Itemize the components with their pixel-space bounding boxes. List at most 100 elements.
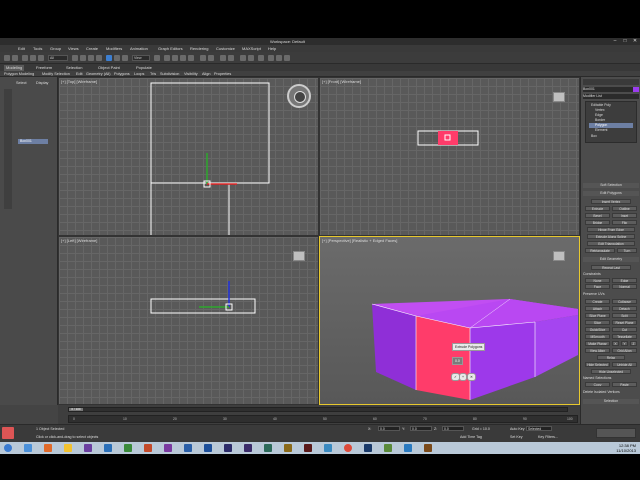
stack-item-element[interactable]: Element [589, 128, 633, 133]
move-icon[interactable] [106, 55, 112, 61]
unhide-all-button[interactable]: Unhide All [612, 362, 637, 367]
object-color-swatch[interactable] [633, 87, 639, 92]
app-icon-3[interactable] [404, 444, 412, 452]
dreamweaver-icon[interactable] [264, 444, 272, 452]
flip-button[interactable]: Flip [612, 220, 637, 225]
menu-rendering[interactable]: Rendering [190, 46, 208, 51]
edit-polygons-rollout[interactable]: Edit Polygons [583, 191, 639, 196]
steering-wheel-icon[interactable] [287, 84, 311, 108]
set-key-button[interactable]: Set Key [510, 435, 523, 439]
ribbon-edit[interactable]: Edit [76, 72, 83, 76]
x-coordinate-field[interactable]: 0.0 [378, 426, 400, 431]
excel-icon[interactable] [124, 444, 132, 452]
msmooth-button[interactable]: MSmooth [585, 334, 610, 339]
word-icon[interactable] [104, 444, 112, 452]
y-coordinate-field[interactable]: 0.0 [410, 426, 432, 431]
unlink-icon[interactable] [30, 55, 36, 61]
delete-isolated-vertices-checkbox[interactable]: Delete Isolated Vertices [583, 390, 639, 395]
viewport-navigation-controls[interactable] [596, 428, 636, 438]
scene-tab-select[interactable]: Select [16, 81, 27, 85]
menu-edit[interactable]: Edit [18, 46, 25, 51]
viewport-front[interactable]: [+] [Front] [Wireframe] [319, 77, 580, 236]
render-setup-icon[interactable] [268, 55, 274, 61]
app-icon-4[interactable] [424, 444, 432, 452]
modifier-list-dropdown[interactable]: Modifier List [583, 94, 639, 99]
ribbon-polygon-modeling[interactable]: Polygon Modeling [4, 72, 34, 76]
chrome-icon[interactable] [344, 444, 352, 452]
view-align-button[interactable]: View Align [585, 348, 610, 353]
mirror-icon[interactable] [200, 55, 206, 61]
hide-unselected-button[interactable]: Hide Unselected [591, 369, 631, 374]
create-button[interactable]: Create [585, 299, 610, 304]
ribbon-visibility[interactable]: Visibility [184, 72, 198, 76]
menu-customize[interactable]: Customize [216, 46, 235, 51]
collapse-button[interactable]: Collapse [612, 299, 637, 304]
selection-rollout[interactable]: Selection [583, 399, 639, 404]
edit-geometry-rollout[interactable]: Edit Geometry [583, 257, 639, 262]
menu-graph-editors[interactable]: Graph Editors [158, 46, 183, 51]
auto-key-button[interactable]: Auto Key [510, 427, 525, 431]
menu-group[interactable]: Group [50, 46, 61, 51]
time-slider[interactable]: 0 / 100 [68, 407, 568, 412]
viewcube-left-icon[interactable] [293, 251, 305, 261]
photoshop-icon[interactable] [204, 444, 212, 452]
constraint-face-radio[interactable]: Face [585, 284, 610, 289]
stack-item-box[interactable]: Box [589, 134, 633, 139]
selection-filter-dropdown[interactable]: All [48, 55, 68, 61]
ribbon-geometry-all[interactable]: Geometry (All) [86, 72, 110, 76]
viewcube-perspective-icon[interactable] [553, 251, 565, 261]
layer-manager-icon[interactable] [220, 55, 226, 61]
constraint-edge-radio[interactable]: Edge [612, 278, 637, 283]
outline-button[interactable]: Outline [612, 206, 637, 211]
ribbon-tris[interactable]: Tris [150, 72, 156, 76]
ie-icon[interactable] [24, 444, 32, 452]
extrude-button[interactable]: Extrude [585, 206, 610, 211]
z-coordinate-field[interactable]: 0.0 [442, 426, 464, 431]
menu-help[interactable]: Help [268, 46, 276, 51]
soft-selection-rollout[interactable]: Soft Selection [583, 183, 639, 188]
bevel-button[interactable]: Bevel [585, 213, 610, 218]
insert-vertex-button[interactable]: Insert Vertex [591, 199, 631, 204]
menu-create[interactable]: Create [86, 46, 98, 51]
pivot-center-icon[interactable] [154, 55, 160, 61]
redo-icon[interactable] [12, 55, 18, 61]
viewport-left[interactable]: [+] [Left] [Wireframe] [58, 236, 319, 405]
app-icon-2[interactable] [384, 444, 392, 452]
percent-snap-icon[interactable] [180, 55, 186, 61]
align-icon[interactable] [208, 55, 214, 61]
ribbon-subdivision[interactable]: Subdivision [160, 72, 179, 76]
constraint-none-radio[interactable]: None [585, 278, 610, 283]
ribbon-loops[interactable]: Loops [134, 72, 144, 76]
rect-selection-icon[interactable] [88, 55, 94, 61]
ribbon-modify-selection[interactable]: Modify Selection [42, 72, 70, 76]
relax-button[interactable]: Relax [597, 355, 625, 360]
add-time-tag[interactable]: Add Time Tag [460, 435, 482, 439]
viewport-top[interactable]: [+] [Top] [Wireframe] [58, 77, 319, 236]
3dsmax-icon[interactable] [324, 444, 332, 452]
inset-button[interactable]: Inset [612, 213, 637, 218]
track-bar[interactable]: 0 10 20 30 40 50 60 70 80 90 100 [68, 415, 578, 423]
viewport-perspective[interactable]: [+] [Perspective] [Realistic + Edged Fac… [319, 236, 580, 405]
onenote-icon[interactable] [164, 444, 172, 452]
explorer-icon[interactable] [64, 444, 72, 452]
viewcube-icon[interactable] [553, 92, 565, 102]
illustrator-icon[interactable] [284, 444, 292, 452]
maximize-button[interactable]: □ [620, 38, 630, 45]
select-by-name-icon[interactable] [80, 55, 86, 61]
after-effects-icon[interactable] [244, 444, 252, 452]
scale-icon[interactable] [122, 55, 128, 61]
ribbon-align[interactable]: Align [202, 72, 210, 76]
powerpoint-icon[interactable] [144, 444, 152, 452]
scene-item-box001[interactable]: Box001 [18, 139, 48, 144]
key-mode-dropdown[interactable]: Selected [526, 426, 552, 431]
menu-modifiers[interactable]: Modifiers [106, 46, 122, 51]
slice-button[interactable]: Slice [585, 320, 610, 325]
select-object-icon[interactable] [72, 55, 78, 61]
turn-button[interactable]: Turn [617, 248, 637, 253]
edit-triangulation-button[interactable]: Edit Triangulation [587, 241, 635, 246]
menu-tools[interactable]: Tools [33, 46, 42, 51]
command-panel-tabs[interactable] [583, 79, 639, 85]
object-name-field[interactable]: Box001 [583, 87, 639, 92]
ribbon-properties[interactable]: Properties [214, 72, 231, 76]
menu-views[interactable]: Views [68, 46, 79, 51]
